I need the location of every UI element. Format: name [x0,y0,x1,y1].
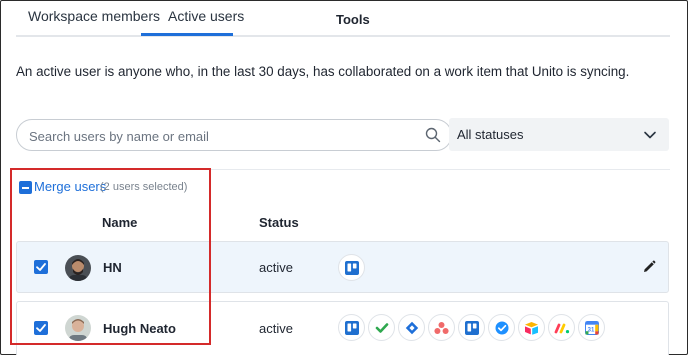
merge-users-link[interactable]: Merge users [34,179,106,194]
chevron-down-icon [644,131,656,139]
checkmark-icon [36,263,46,271]
trello-icon [338,314,365,341]
active-tab-indicator [141,33,233,36]
search-input[interactable] [29,126,419,146]
column-header-status: Status [259,215,299,230]
row-checkbox[interactable] [34,321,48,335]
avatar [65,315,91,341]
divider [16,169,670,170]
table-row[interactable]: HN active [16,241,669,293]
tab-active-users[interactable]: Active users [168,8,244,24]
microsoft-todo-icon [488,314,515,341]
google-calendar-icon: 31 [578,314,605,341]
tools-list [338,254,365,282]
search-box [16,119,452,151]
user-status: active [259,321,293,336]
asana-icon [428,314,455,341]
row-checkbox[interactable] [34,260,48,274]
user-status: active [259,260,293,275]
status-filter-select[interactable]: All statuses [449,118,669,151]
trello-icon [458,314,485,341]
active-user-description: An active user is anyone who, in the las… [16,64,630,79]
svg-text:31: 31 [587,327,594,333]
search-icon[interactable] [425,127,441,143]
status-filter-value: All statuses [457,127,524,142]
tab-workspace-members[interactable]: Workspace members [28,8,160,24]
checkmark-icon [36,324,46,332]
user-name: HN [103,260,122,275]
jira-icon [398,314,425,341]
airtable-icon [518,314,545,341]
selected-count: (2 users selected) [100,181,188,193]
tools-list: 31 [338,314,605,342]
avatar [65,255,91,281]
table-row[interactable]: Hugh Neato active 31 [16,301,669,355]
edit-pencil-icon[interactable] [642,260,656,274]
wrike-icon [368,314,395,341]
column-header-tools: Tools [336,12,370,27]
column-header-name: Name [102,215,138,230]
trello-icon [338,254,365,281]
monday-icon [548,314,575,341]
merge-select-all-checkbox[interactable] [19,181,32,194]
user-name: Hugh Neato [103,321,176,336]
